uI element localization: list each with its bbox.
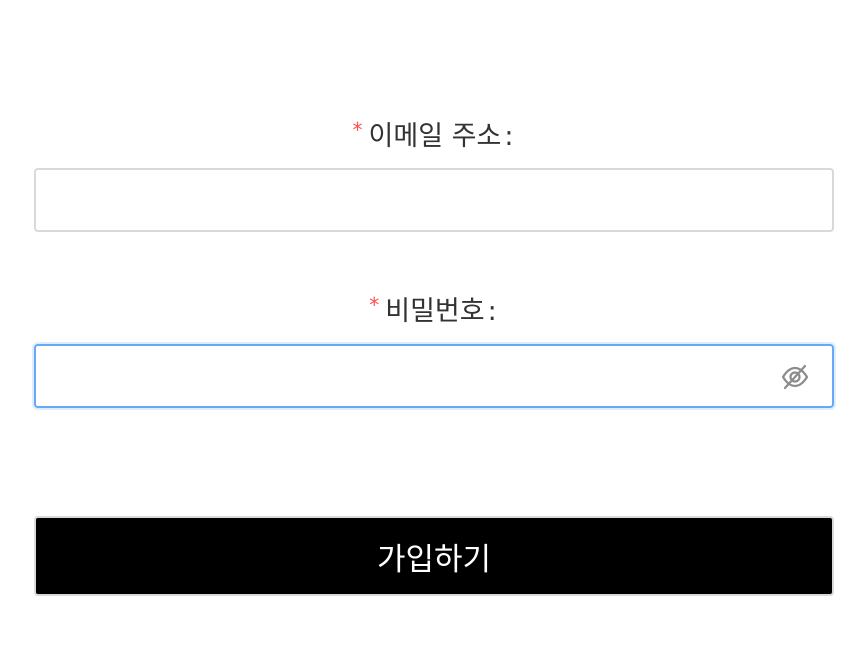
email-required-mark: * [352, 118, 363, 142]
email-field[interactable] [36, 170, 832, 230]
password-label-text: 비밀번호 [385, 296, 485, 327]
email-label-colon: : [504, 121, 514, 152]
password-required-mark: * [369, 293, 380, 317]
eye-invisible-icon[interactable] [780, 363, 810, 391]
signup-button[interactable]: 가입하기 [34, 516, 834, 596]
signup-form: * 이메일 주소: * 비밀번호: 가입하기 [0, 0, 866, 646]
email-label-text: 이메일 주소 [368, 121, 502, 152]
email-label: * 이메일 주소: [0, 118, 866, 155]
password-label: * 비밀번호: [0, 293, 866, 330]
password-label-colon: : [487, 296, 497, 327]
email-field-wrapper [34, 168, 834, 232]
password-field-wrapper [34, 344, 834, 408]
password-field[interactable] [36, 346, 832, 406]
